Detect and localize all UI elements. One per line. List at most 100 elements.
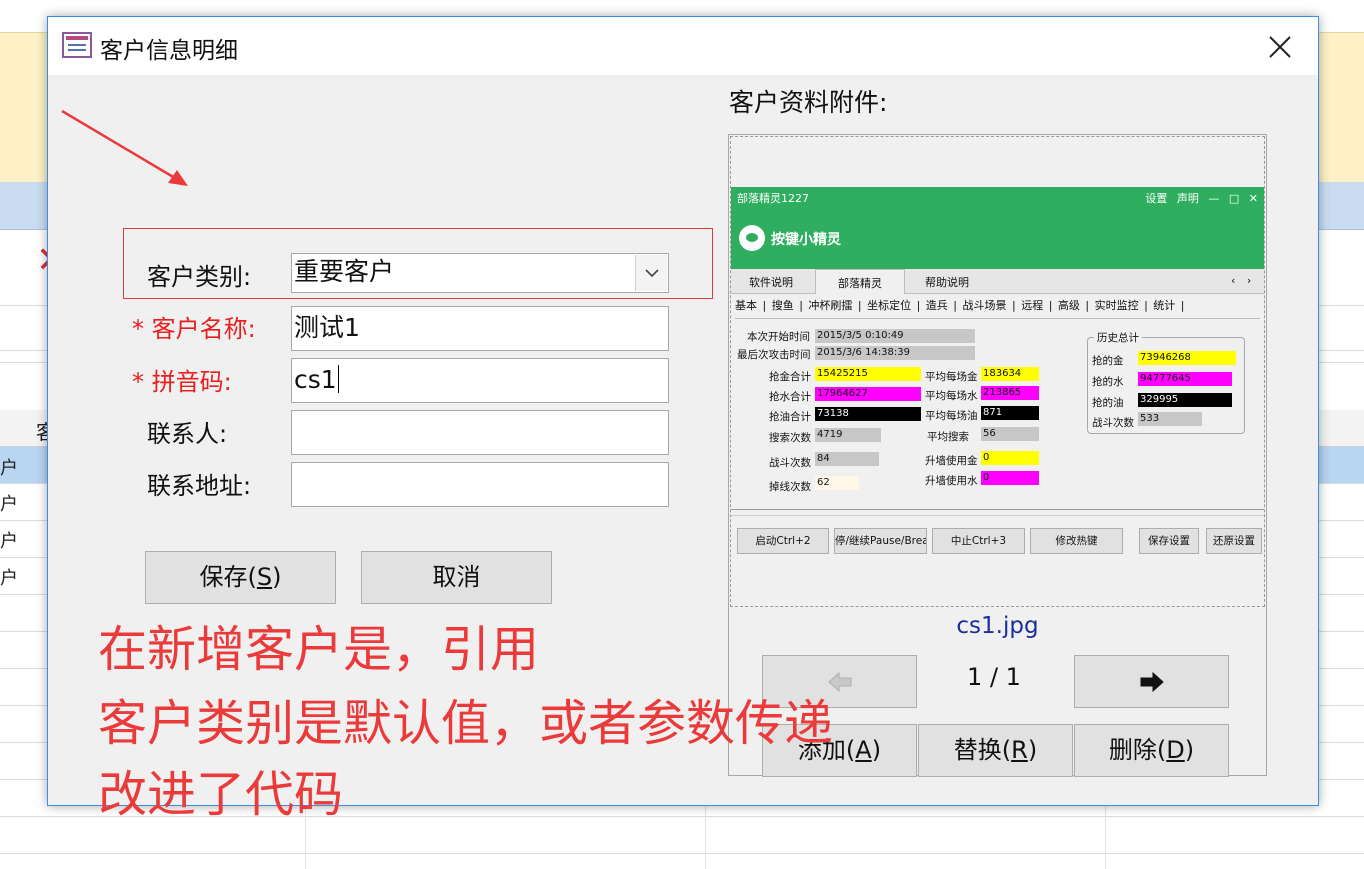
- embedded-history-group: 历史总计 抢的金 73946268 抢的水 94777645 抢的油 32999…: [1087, 330, 1245, 434]
- embedded-button: 启动Ctrl+2: [737, 528, 829, 554]
- attachment-screenshot: 部落精灵1227 设置 声明 — □ ✕ 按键小精灵 软件说明 部落精灵 帮助说…: [731, 187, 1264, 567]
- embedded-value-bar: 2015/3/5 0:10:49: [815, 329, 975, 343]
- embedded-sub-tabs: 基本 | 搜鱼 | 冲杯刷擂 | 坐标定位 | 造兵 | 战斗场景 | 远程 |…: [735, 297, 1260, 319]
- customer-name-value: 测试1: [294, 313, 360, 342]
- embedded-label: 搜索次数: [769, 432, 811, 444]
- embedded-label: 升墙使用水: [925, 475, 978, 487]
- customer-name-label: * 客户名称:: [132, 309, 256, 344]
- required-mark: *: [132, 368, 144, 396]
- background-cell[interactable]: 户: [0, 527, 18, 553]
- embedded-button: 保存设置: [1139, 528, 1199, 554]
- embedded-label: 平均搜索: [927, 431, 969, 443]
- embedded-button: 中止Ctrl+3: [932, 528, 1025, 554]
- embedded-label: 抢油合计: [769, 411, 811, 423]
- annotation-arrow-icon: [61, 109, 188, 186]
- replace-button-label: 替换(: [953, 736, 1012, 764]
- delete-button-paren: ): [1184, 736, 1195, 764]
- embedded-button: 还原设置: [1206, 528, 1262, 554]
- annotation-line: 客户类别是默认值，或者参数传递: [98, 695, 834, 752]
- embedded-label: 抢的水: [1092, 376, 1124, 388]
- attachment-panel: 部落精灵1227 设置 声明 — □ ✕ 按键小精灵 软件说明 部落精灵 帮助说…: [728, 134, 1267, 777]
- background-cell[interactable]: 户: [0, 454, 18, 480]
- close-button[interactable]: [1260, 27, 1300, 67]
- embedded-separator: [731, 509, 1264, 510]
- dialog-title: 客户信息明细: [100, 38, 238, 64]
- embedded-tab: 帮助说明: [925, 276, 969, 289]
- embedded-separator: [731, 515, 1264, 516]
- customer-category-value: 重要客户: [294, 257, 395, 286]
- save-button-paren: ): [272, 563, 282, 591]
- save-button[interactable]: 保存(S): [145, 551, 336, 604]
- pinyin-label: * 拼音码:: [132, 362, 232, 397]
- add-button-paren: ): [871, 736, 882, 764]
- pinyin-value: cs1: [294, 365, 337, 394]
- customer-name-field[interactable]: 测试1: [291, 306, 669, 351]
- arrow-right-icon: [1140, 671, 1164, 693]
- background-cell[interactable]: 户: [0, 564, 18, 590]
- address-label: 联系地址:: [147, 472, 252, 500]
- delete-attachment-button[interactable]: 删除(D): [1074, 724, 1229, 777]
- save-button-label: 保存(: [199, 563, 257, 591]
- contact-label: 联系人:: [147, 420, 228, 448]
- attachment-file-name: cs1.jpg: [956, 613, 1039, 639]
- embedded-tab-active: 部落精灵: [815, 269, 905, 294]
- embedded-value-bar: 94777645: [1138, 372, 1232, 386]
- embedded-label: 战斗次数: [1092, 417, 1134, 429]
- embedded-label: 平均每场油: [925, 410, 978, 422]
- replace-attachment-button[interactable]: 替换(R): [918, 724, 1073, 777]
- replace-button-hotkey: R: [1011, 736, 1028, 764]
- embedded-tab: 软件说明: [749, 276, 793, 289]
- embedded-tab-scroll: ‹ ›: [1231, 274, 1252, 287]
- annotation-line: 改进了代码: [98, 766, 344, 823]
- embedded-app-menu: 设置 声明 — □ ✕: [1145, 192, 1258, 205]
- form-icon: [62, 32, 92, 58]
- embedded-value-bar: 4719: [815, 428, 881, 442]
- dialog-titlebar[interactable]: 客户信息明细: [48, 17, 1318, 75]
- embedded-value-bar: 73946268: [1138, 351, 1236, 365]
- customer-category-select[interactable]: 重要客户: [291, 253, 669, 293]
- cancel-button[interactable]: 取消: [361, 551, 552, 604]
- embedded-label: 最后次攻击时间: [737, 349, 811, 361]
- embedded-value-bar: 329995: [1138, 393, 1232, 407]
- embedded-label: 平均每场水: [925, 390, 978, 402]
- embedded-label: 平均每场金: [925, 371, 978, 383]
- embedded-value-bar: 871: [981, 406, 1039, 420]
- embedded-value-bar: 56: [981, 427, 1039, 441]
- category-label: 客户类别:: [147, 263, 252, 291]
- address-field[interactable]: [291, 462, 669, 507]
- dropdown-button[interactable]: [635, 255, 667, 291]
- embedded-label: 抢的油: [1092, 397, 1124, 409]
- attachment-page-indicator: 1 / 1: [967, 663, 1021, 691]
- attachment-title: 客户资料附件:: [729, 88, 888, 117]
- customer-detail-dialog: 客户信息明细 客户类别: * 客户名称: * 拼音码: 联系人: 联系地址: 重…: [47, 16, 1319, 806]
- embedded-label: 掉线次数: [769, 481, 811, 493]
- embedded-value-bar: 0: [981, 451, 1039, 465]
- contact-field[interactable]: [291, 410, 669, 455]
- embedded-value-bar: 0: [981, 471, 1039, 485]
- embedded-label: 抢的金: [1092, 355, 1124, 367]
- embedded-main-tabs: 软件说明 部落精灵 帮助说明 ‹ ›: [731, 269, 1264, 294]
- embedded-value-bar: 15425215: [815, 367, 921, 381]
- embedded-value-bar: 84: [815, 452, 879, 466]
- embedded-value-bar: 213865: [981, 386, 1039, 400]
- background-grid-line: [0, 853, 1364, 854]
- customer-name-label-text: 客户名称:: [151, 315, 256, 343]
- annotation-line: 在新增客户是，引用: [98, 621, 540, 678]
- next-attachment-button[interactable]: [1074, 655, 1229, 708]
- embedded-app-brand: 按键小精灵: [771, 232, 841, 248]
- app-logo-icon: [739, 225, 765, 251]
- embedded-app-title: 部落精灵1227: [737, 192, 809, 205]
- embedded-label: 抢水合计: [769, 391, 811, 403]
- close-icon: [1269, 36, 1291, 58]
- pinyin-field[interactable]: cs1: [291, 358, 669, 403]
- add-button-hotkey: A: [855, 736, 872, 764]
- replace-button-paren: ): [1027, 736, 1038, 764]
- embedded-value-bar: 62: [815, 476, 859, 490]
- embedded-value-bar: 2015/3/6 14:38:39: [815, 346, 975, 360]
- background-cell[interactable]: 户: [0, 490, 18, 516]
- save-button-hotkey: S: [256, 563, 273, 591]
- embedded-label: 抢金合计: [769, 371, 811, 383]
- chevron-down-icon: [645, 269, 659, 278]
- attachment-image[interactable]: 部落精灵1227 设置 声明 — □ ✕ 按键小精灵 软件说明 部落精灵 帮助说…: [730, 136, 1265, 607]
- delete-button-hotkey: D: [1166, 736, 1185, 764]
